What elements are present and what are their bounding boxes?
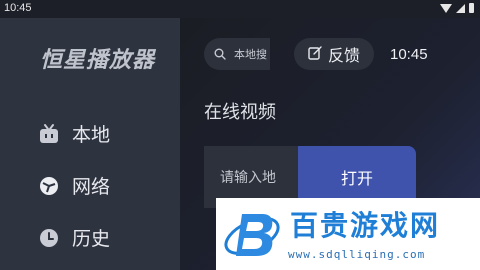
search-box[interactable]: 本地搜 xyxy=(204,38,270,70)
status-icons xyxy=(440,3,474,13)
sidebar-item-local[interactable]: 本地 xyxy=(38,120,110,147)
watermark-url: www.sdqlliqing.com xyxy=(288,248,426,261)
status-time: 10:45 xyxy=(4,2,32,14)
watermark: 百贵游戏网 www.sdqlliqing.com xyxy=(216,198,480,270)
signal-icon xyxy=(456,3,465,13)
clock-icon xyxy=(38,227,60,249)
tv-icon xyxy=(38,123,60,145)
section-title: 在线视频 xyxy=(204,102,276,123)
battery-icon xyxy=(469,3,474,13)
edit-icon xyxy=(308,45,322,64)
search-input[interactable]: 本地搜 xyxy=(234,46,267,62)
status-bar: 10:45 xyxy=(0,0,480,18)
sidebar-item-network[interactable]: 网络 xyxy=(38,172,110,199)
feedback-label: 反馈 xyxy=(327,46,360,65)
feedback-button[interactable]: 反馈 xyxy=(294,38,374,70)
open-button-label: 打开 xyxy=(340,169,373,188)
sidebar-item-label: 本地 xyxy=(72,124,111,146)
search-icon xyxy=(214,45,226,64)
app-title: 恒星播放器 xyxy=(40,48,156,73)
sidebar: 恒星播放器 本地 网络 历史 xyxy=(0,18,180,270)
wifi-icon xyxy=(440,3,452,13)
sidebar-item-label: 历史 xyxy=(72,228,111,250)
url-placeholder: 请输入地 xyxy=(220,170,276,186)
sidebar-item-history[interactable]: 历史 xyxy=(38,224,110,251)
watermark-logo-icon xyxy=(222,204,284,268)
watermark-title: 百贵游戏网 xyxy=(290,209,441,242)
clock: 10:45 xyxy=(390,46,428,63)
sidebar-item-label: 网络 xyxy=(72,176,111,198)
network-icon xyxy=(38,175,60,197)
